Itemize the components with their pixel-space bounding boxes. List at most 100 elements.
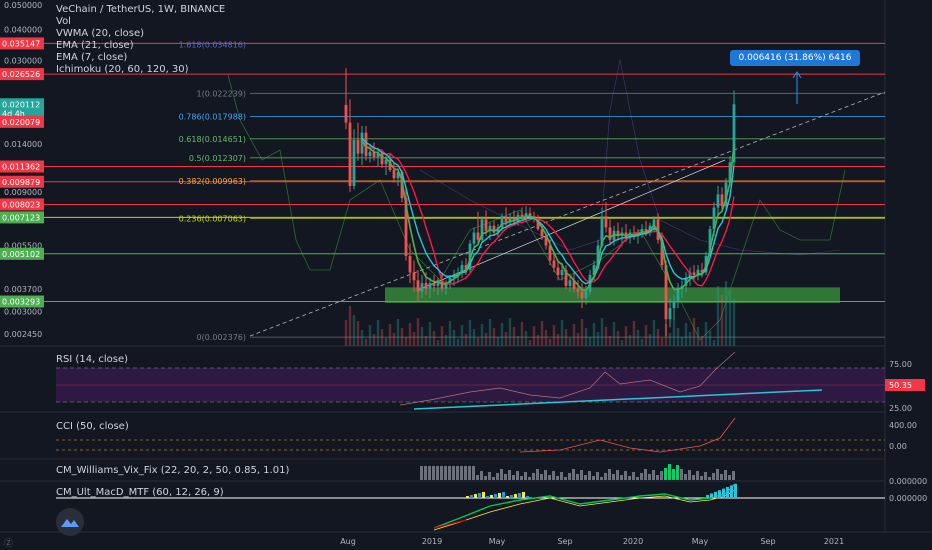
vix-bar — [436, 466, 439, 480]
rsi-pane-label[interactable]: RSI (14, close) — [56, 354, 128, 365]
time-tick-label: 2019 — [422, 537, 442, 546]
indicator-ichimoku[interactable]: Ichimoku (20, 60, 120, 30) — [56, 64, 225, 76]
volume-bar — [440, 326, 444, 346]
vix-bar — [424, 466, 427, 480]
volume-bar — [464, 334, 468, 346]
vix-tick-label: 0.000000 — [889, 477, 927, 486]
volume-bar — [428, 322, 432, 346]
volume-bar — [448, 321, 452, 346]
volume-bar — [636, 330, 640, 346]
candle-body — [420, 283, 424, 292]
volume-bar — [404, 337, 408, 346]
tradingview-logo-icon[interactable] — [56, 508, 84, 536]
macd-hist-bar — [482, 492, 485, 498]
candle-body — [412, 272, 416, 281]
vix-bar — [616, 470, 619, 480]
price-label-text: 0.020079 — [2, 118, 40, 127]
candle-body — [576, 288, 580, 292]
price-tick-label: 0.003000 — [4, 308, 42, 317]
vix-bar — [432, 466, 435, 480]
vix-bar — [428, 466, 431, 480]
volume-bar — [356, 321, 360, 346]
volume-bar — [688, 332, 692, 346]
volume-bar — [520, 322, 524, 346]
vix-bar — [600, 477, 603, 480]
volume-bar — [648, 334, 652, 346]
volume-bar — [628, 335, 632, 346]
vix-bar — [672, 469, 675, 480]
volume-bar — [412, 332, 416, 346]
price-label-text: 0.007123 — [2, 213, 40, 222]
vix-bar — [528, 477, 531, 480]
volume-bar — [416, 318, 420, 346]
volume-bar — [616, 331, 620, 346]
volume-bar — [388, 324, 392, 346]
volume-bar — [456, 339, 460, 346]
volume-bar — [540, 321, 544, 346]
indicator-ema21[interactable]: EMA (21, close) — [56, 40, 225, 52]
candle-body — [720, 194, 724, 207]
measure-bubble[interactable]: 0.006416 (31.86%) 6416 — [730, 50, 860, 66]
volume-bar — [568, 338, 572, 346]
vix-bar — [648, 474, 651, 480]
rsi-tick-label: 75.00 — [889, 360, 912, 369]
symbol-title[interactable]: VeChain / TetherUS, 1W, BINANCE — [56, 4, 225, 16]
vix-bar — [512, 475, 515, 480]
volume-bar — [564, 329, 568, 346]
macd-tick-label: 0.000000 — [889, 494, 927, 503]
vix-bar — [492, 477, 495, 480]
candle-body — [484, 219, 488, 231]
fib-level-label: 0(0.002376) — [196, 333, 246, 342]
volume-bar — [576, 333, 580, 346]
volume-bar — [548, 339, 552, 346]
vix-bar — [632, 472, 635, 480]
time-tick-label: Sep — [557, 537, 572, 546]
macd-pane-label[interactable]: CM_Ult_MacD_MTF (60, 12, 26, 9) — [56, 487, 224, 498]
candle-body — [504, 216, 508, 223]
macd-hist-bar — [710, 493, 713, 498]
ema7-line — [361, 140, 735, 292]
volume-bar — [692, 318, 696, 346]
vix-bar — [588, 471, 591, 480]
macd-line — [433, 483, 736, 529]
volume-bar — [632, 321, 636, 346]
price-tick-label: 0.050000 — [4, 1, 42, 10]
cci-pane-label[interactable]: CCI (50, close) — [56, 421, 129, 432]
chart-root: 0.0500000.0400000.0300000.0200000.017000… — [0, 0, 932, 550]
vix-bar — [472, 466, 475, 480]
indicator-vwma[interactable]: VWMA (20, close) — [56, 28, 225, 40]
vix-pane-label[interactable]: CM_Williams_Vix_Fix (22, 20, 2, 50, 0.85… — [56, 465, 289, 476]
macd-hist-bar — [466, 496, 469, 498]
candle-body — [716, 194, 720, 208]
vix-bar — [584, 475, 587, 480]
volume-bar — [364, 339, 368, 346]
volume-bar — [720, 295, 724, 346]
volume-bar — [392, 333, 396, 346]
macd-hist-bar — [502, 492, 505, 498]
indicator-ema7[interactable]: EMA (7, close) — [56, 52, 225, 64]
volume-bar — [460, 325, 464, 346]
fib-level-label: 0.382(0.009963) — [179, 177, 246, 186]
price-tick-label: 0.002450 — [4, 330, 42, 339]
time-tick-label: Sep — [760, 537, 775, 546]
vix-bar — [524, 472, 527, 480]
fib-level-label: 1(0.022239) — [196, 89, 246, 98]
candle-body — [604, 216, 608, 228]
volume-bar — [408, 323, 412, 346]
macd-hist-bar — [478, 493, 481, 498]
volume-bar — [652, 320, 656, 346]
vix-bar — [724, 470, 727, 480]
vix-bar — [560, 472, 563, 480]
time-tick-label: May — [489, 537, 506, 546]
vix-bar — [676, 465, 679, 480]
vix-bar — [556, 476, 559, 480]
vix-bar — [564, 477, 567, 480]
volume-bar — [556, 334, 560, 346]
volume-bar — [680, 337, 684, 346]
vix-bar — [440, 466, 443, 480]
volume-bar — [656, 329, 660, 346]
indicator-vol[interactable]: Vol — [56, 16, 225, 28]
rsi-tick-label: 25.00 — [889, 404, 912, 413]
volume-bar — [640, 339, 644, 346]
volume-bar — [592, 323, 596, 346]
